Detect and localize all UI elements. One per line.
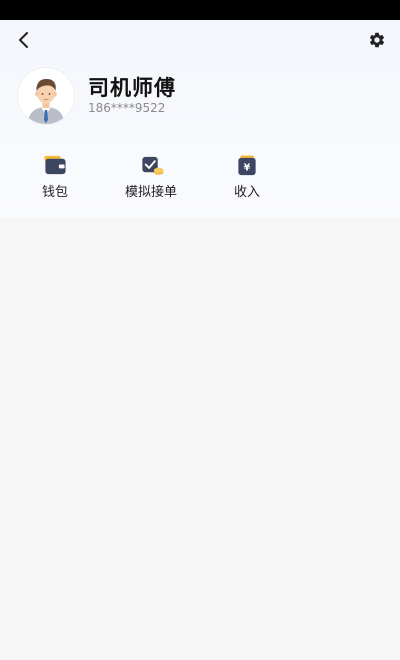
menu-label-income: 收入: [233, 185, 260, 200]
profile-screen: 司机师傅 186****9522 钱包 模拟接单 ¥ 收入: [0, 0, 400, 660]
settings-button[interactable]: [364, 28, 390, 52]
menu-label-simulate-order: 模拟接单: [124, 185, 177, 200]
menu-item-simulate-order[interactable]: 模拟接单: [111, 154, 191, 200]
menu-item-wallet[interactable]: 钱包: [15, 154, 95, 200]
menu-label-wallet: 钱包: [41, 185, 68, 200]
user-phone: 186****9522: [88, 101, 166, 115]
yen-card-icon: ¥: [238, 155, 256, 176]
user-name: 司机师傅: [88, 76, 176, 100]
driver-avatar-image: [18, 68, 74, 124]
wallet-icon: [44, 155, 66, 175]
back-button[interactable]: [12, 28, 36, 52]
menu-item-income[interactable]: ¥ 收入: [207, 154, 287, 200]
checkbox-coin-icon: [142, 156, 164, 175]
chevron-left-icon: [19, 32, 28, 48]
gear-icon: [369, 32, 385, 48]
status-bar: [0, 0, 400, 20]
avatar[interactable]: [18, 68, 74, 124]
svg-text:¥: ¥: [244, 162, 251, 173]
